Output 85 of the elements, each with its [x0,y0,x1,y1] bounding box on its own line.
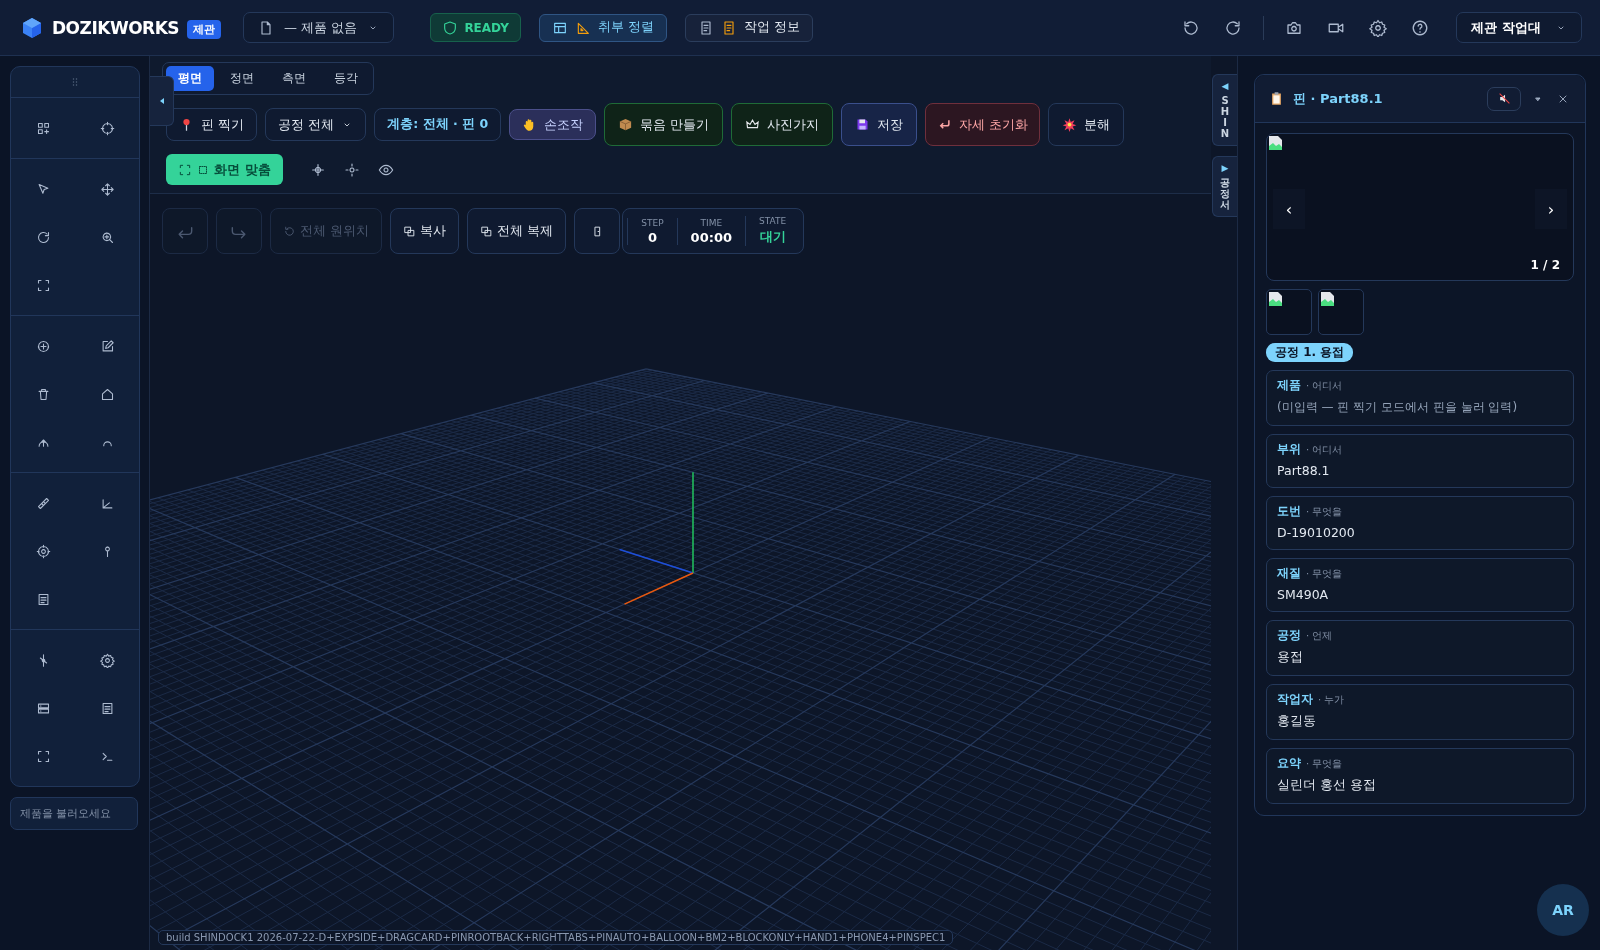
side-tab[interactable]: ▶ 공정서 [1212,156,1237,217]
stat-value: 0 [647,229,657,245]
header-button[interactable]: 작업 정보 [684,13,813,42]
field-label: 작업자 [1277,691,1313,708]
field-hint: · 어디서 [1306,379,1343,393]
field-label: 제품 [1277,377,1301,394]
toolbar-button[interactable]: 분해 [1048,103,1125,146]
stat-label: TIME [700,217,723,228]
field-hint: · 어디서 [1306,443,1343,457]
view-tab[interactable]: 평면 [166,66,214,91]
view-tab[interactable]: 등각 [322,66,370,91]
side-tab[interactable]: ◀ SHIN [1212,74,1237,146]
field-card[interactable]: 공정 · 언제 용접 [1266,620,1574,676]
return-arrow-icon [937,117,953,132]
field-hint: · 무엇을 [1306,567,1343,581]
stat-value: 대기 [759,228,786,246]
field-card[interactable]: 작업자 · 누가 홍길동 [1266,684,1574,740]
toolbar-button[interactable]: 사진가지 [731,103,834,146]
toolbar-button[interactable]: 핀 찍기 [166,108,258,141]
toolbar-button[interactable]: 묶음 만들기 [604,103,724,146]
toolbar-button[interactable]: 손조작 [509,109,597,140]
view-tab[interactable]: 정면 [218,66,266,91]
field-label: 부위 [1277,441,1301,458]
clipboard-icon [1269,91,1284,106]
build-info: build SHINDOCK1 2026-07-22-D+EXPSIDE+DRAGCARD+PINROOTBACK+RIGHTTABS+PINAUTO+BALLOON+BM2+BLOCKONLY+HAND1+PHONE4+PINSPEC1 [158,930,954,945]
process-tag: 공정 1. 용접 [1266,343,1354,362]
reset-icon [283,224,296,238]
panel-title: 핀 · Part88.1 [1293,89,1383,108]
photo-thumbnail[interactable] [1266,289,1312,335]
fit-screen-button[interactable]: 화면 맞춤 [166,154,283,185]
header-button[interactable]: 취부 정렬 [538,13,667,42]
product-select[interactable]: — 제품 없음 [243,12,395,43]
photo-counter: 1 / 2 [1530,258,1560,272]
next-button[interactable]: › [1535,189,1567,229]
field-card[interactable]: 재질 · 무엇을 SM490A [1266,558,1574,612]
door-button[interactable] [574,208,621,254]
field-value: (미입력 — 핀 찍기 모드에서 핀을 눌러 입력) [1277,399,1519,416]
load-product-field[interactable]: 제품을 불러오세요 [10,797,138,830]
field-value: SM490A [1277,587,1330,602]
toolbar-button[interactable]: 자세 초기화 [925,103,1041,146]
field-label: 재질 [1277,565,1301,582]
stat-value: 00:00 [690,229,732,245]
previous-button[interactable]: ‹ [1273,189,1305,229]
edit-button[interactable]: 복사 [390,208,460,254]
workstation-select[interactable]: 제관 작업대 [1456,12,1582,43]
field-value: Part88.1 [1277,463,1331,478]
field-hint: · 언제 [1306,629,1333,643]
mute-button[interactable] [1487,86,1521,111]
shield-icon [442,19,459,36]
field-label: 요약 [1277,755,1301,772]
field-label: 도번 [1277,503,1301,520]
drag-handle-icon[interactable] [72,77,78,87]
box-icon [618,117,634,132]
field-label: 공정 [1277,627,1301,644]
mode-badge: 제관 [187,20,222,39]
field-value: 용접 [1277,649,1304,666]
process-select[interactable]: 공정 전체 [265,108,367,141]
toolbar-button[interactable]: 저장 [841,103,918,146]
ar-button[interactable]: AR [1537,884,1589,936]
field-card[interactable]: 부위 · 어디서 Part88.1 [1266,434,1574,488]
status-badge: READY [430,13,521,42]
copy-icon [403,224,417,238]
burst-icon [1062,117,1078,132]
field-hint: · 누가 [1318,693,1345,707]
stat-label: STATE [759,216,787,226]
layer-filter-button[interactable]: 계층: 전체 · 핀 0 [374,108,502,141]
muted-speaker-icon [1497,92,1511,105]
frame-icon [178,162,192,177]
field-value: D-19010200 [1277,525,1356,540]
cube-logo-icon [20,15,44,40]
field-value: 실린더 홍선 용접 [1277,777,1377,794]
app-name: DOZIKWORKS [52,17,180,38]
view-tab[interactable]: 측면 [270,66,318,91]
field-card[interactable]: 도번 · 무엇을 D-19010200 [1266,496,1574,550]
collapse-button[interactable] [150,76,174,126]
field-value: 홍길동 [1277,713,1317,730]
copy-icon [480,224,494,238]
field-card[interactable]: 요약 · 무엇을 실린더 홍선 용접 [1266,748,1574,804]
field-hint: · 무엇을 [1306,505,1343,519]
field-card[interactable]: 제품 · 어디서 (미입력 — 핀 찍기 모드에서 핀을 눌러 입력) [1266,370,1574,426]
field-hint: · 무엇을 [1306,757,1343,771]
photo-thumbnail[interactable] [1318,289,1364,335]
edit-button[interactable]: 전체 복제 [467,208,567,254]
broken-image-icon [1268,135,1284,151]
stat-label: STEP [641,217,664,228]
